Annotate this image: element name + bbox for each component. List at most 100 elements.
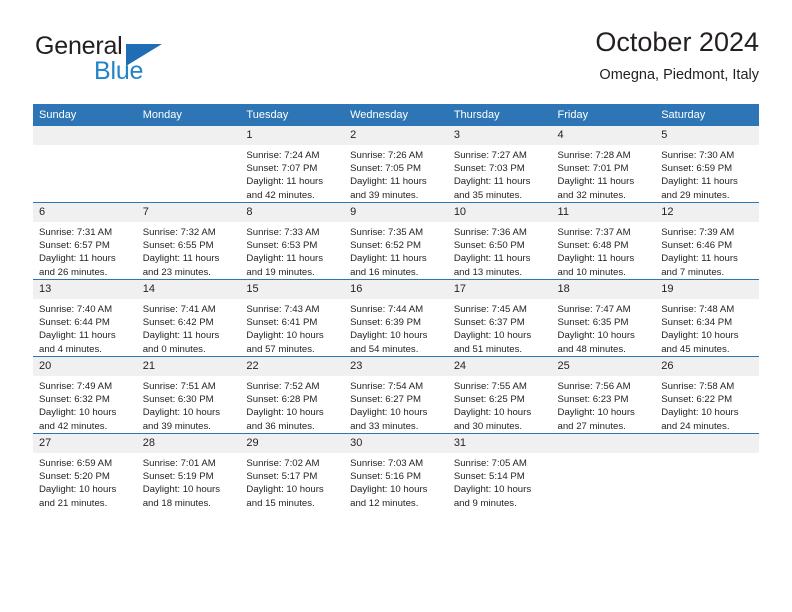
day-number: 19 xyxy=(655,280,759,299)
daylight-duration-line1: Daylight: 11 hours xyxy=(246,253,324,265)
daylight-duration-line2: and 35 minutes. xyxy=(453,189,523,201)
calendar-day-cell[interactable]: 2 Sunrise: 7:26 AM Sunset: 7:05 PM Daylight… xyxy=(344,126,448,203)
daylight-duration-line1: Daylight: 10 hours xyxy=(661,407,739,419)
day-number: 3 xyxy=(447,126,552,145)
daylight-duration-line2: and 42 minutes. xyxy=(39,420,108,432)
daylight-duration-line1: Daylight: 11 hours xyxy=(453,176,531,188)
sunrise-time: Sunrise: 7:47 AM xyxy=(557,304,631,315)
daylight-duration-line1: Daylight: 10 hours xyxy=(557,330,635,342)
sunset-time: Sunset: 5:19 PM xyxy=(142,471,214,483)
calendar-day-cell[interactable]: 20 Sunrise: 7:49 AM Sunset: 6:32 PM Dayligh… xyxy=(33,356,137,434)
sunset-time: Sunset: 6:52 PM xyxy=(350,240,422,252)
calendar-day-cell[interactable]: 21 Sunrise: 7:51 AM Sunset: 6:30 PM Dayligh… xyxy=(136,356,241,434)
calendar-day-cell[interactable]: 27 Sunrise: 6:59 AM Sunset: 5:20 PM Dayligh… xyxy=(33,433,137,510)
daylight-duration-line2: and 32 minutes. xyxy=(557,189,626,201)
day-details: Sunrise: 7:31 AM Sunset: 6:57 PM Daylight:… xyxy=(33,222,137,279)
calendar-week-row: 6 Sunrise: 7:31 AM Sunset: 6:57 PM Daylight… xyxy=(33,202,759,280)
calendar-day-cell[interactable]: 23 Sunrise: 7:54 AM Sunset: 6:27 PM Dayligh… xyxy=(344,356,448,434)
calendar-day-cell[interactable]: 10 Sunrise: 7:36 AM Sunset: 6:50 PM Dayligh… xyxy=(447,202,552,280)
day-number: 17 xyxy=(447,280,552,299)
general-blue-logo[interactable]: General Blue xyxy=(33,32,213,94)
calendar-day-cell[interactable]: 17 Sunrise: 7:45 AM Sunset: 6:37 PM Dayligh… xyxy=(447,279,552,357)
day-details: Sunrise: 7:27 AM Sunset: 7:03 PM Daylight:… xyxy=(448,145,552,202)
sunrise-time: Sunrise: 7:36 AM xyxy=(453,227,527,238)
sunrise-time: Sunrise: 7:31 AM xyxy=(39,227,113,238)
day-number: 2 xyxy=(344,126,448,145)
daylight-duration-line2: and 13 minutes. xyxy=(453,266,523,278)
sunset-time: Sunset: 6:37 PM xyxy=(453,317,525,329)
calendar-day-cell[interactable]: 11 Sunrise: 7:37 AM Sunset: 6:48 PM Dayligh… xyxy=(551,202,656,280)
day-details: Sunrise: 7:03 AM Sunset: 5:16 PM Daylight:… xyxy=(344,453,448,510)
calendar-day-cell[interactable]: 16 Sunrise: 7:44 AM Sunset: 6:39 PM Dayligh… xyxy=(344,279,448,357)
weekday-header-sunday: Sunday xyxy=(33,104,137,126)
weekday-header-monday: Monday xyxy=(136,104,241,126)
calendar-day-cell[interactable]: 7 Sunrise: 7:32 AM Sunset: 6:55 PM Daylight… xyxy=(136,202,241,280)
daylight-duration-line2: and 12 minutes. xyxy=(350,497,419,509)
calendar-day-cell[interactable]: 3 Sunrise: 7:27 AM Sunset: 7:03 PM Daylight… xyxy=(447,126,552,203)
calendar-day-cell[interactable]: 12 Sunrise: 7:39 AM Sunset: 6:46 PM Dayligh… xyxy=(655,202,759,280)
calendar-day-cell[interactable]: 9 Sunrise: 7:35 AM Sunset: 6:52 PM Daylight… xyxy=(344,202,448,280)
day-number: 21 xyxy=(136,357,241,376)
page-header: General Blue October 2024 Omegna, Piedmo… xyxy=(33,26,759,96)
calendar-day-cell[interactable]: 28 Sunrise: 7:01 AM Sunset: 5:19 PM Dayligh… xyxy=(136,433,241,510)
calendar-day-cell[interactable]: 29 Sunrise: 7:02 AM Sunset: 5:17 PM Dayligh… xyxy=(240,433,345,510)
calendar-day-cell[interactable]: 22 Sunrise: 7:52 AM Sunset: 6:28 PM Dayligh… xyxy=(240,356,345,434)
calendar-day-cell[interactable]: 26 Sunrise: 7:58 AM Sunset: 6:22 PM Dayligh… xyxy=(655,356,759,434)
daylight-duration-line1: Daylight: 11 hours xyxy=(39,253,116,265)
daylight-duration-line2: and 15 minutes. xyxy=(246,497,315,509)
daylight-duration-line2: and 42 minutes. xyxy=(246,189,315,201)
day-details: Sunrise: 7:52 AM Sunset: 6:28 PM Daylight:… xyxy=(240,376,344,433)
day-number: 23 xyxy=(344,357,448,376)
daylight-duration-line1: Daylight: 11 hours xyxy=(142,253,220,265)
sunrise-time: Sunrise: 7:27 AM xyxy=(453,150,527,161)
day-number: 6 xyxy=(33,203,137,222)
calendar-day-cell[interactable]: 18 Sunrise: 7:47 AM Sunset: 6:35 PM Dayligh… xyxy=(551,279,656,357)
day-number: 14 xyxy=(136,280,241,299)
calendar-day-cell[interactable]: 8 Sunrise: 7:33 AM Sunset: 6:53 PM Daylight… xyxy=(240,202,345,280)
sunset-time: Sunset: 6:32 PM xyxy=(39,394,110,406)
calendar-day-cell[interactable]: 5 Sunrise: 7:30 AM Sunset: 6:59 PM Daylight… xyxy=(655,126,759,203)
sunset-time: Sunset: 6:28 PM xyxy=(246,394,318,406)
calendar-day-cell[interactable]: 30 Sunrise: 7:03 AM Sunset: 5:16 PM Dayligh… xyxy=(344,433,448,510)
sunrise-time: Sunrise: 7:30 AM xyxy=(661,150,735,161)
daylight-duration-line1: Daylight: 10 hours xyxy=(246,484,324,496)
calendar-day-cell[interactable]: 6 Sunrise: 7:31 AM Sunset: 6:57 PM Daylight… xyxy=(33,202,137,280)
calendar-day-cell[interactable]: 25 Sunrise: 7:56 AM Sunset: 6:23 PM Dayligh… xyxy=(551,356,656,434)
calendar-day-cell[interactable]: 31 Sunrise: 7:05 AM Sunset: 5:14 PM Dayligh… xyxy=(447,433,552,510)
calendar-day-cell[interactable]: 24 Sunrise: 7:55 AM Sunset: 6:25 PM Dayligh… xyxy=(447,356,552,434)
day-number: 4 xyxy=(551,126,656,145)
sunrise-time: Sunrise: 7:58 AM xyxy=(661,381,735,392)
daylight-duration-line1: Daylight: 10 hours xyxy=(39,407,117,419)
calendar-day-cell[interactable]: 15 Sunrise: 7:43 AM Sunset: 6:41 PM Dayligh… xyxy=(240,279,345,357)
calendar-day-cell[interactable]: 14 Sunrise: 7:41 AM Sunset: 6:42 PM Dayligh… xyxy=(136,279,241,357)
calendar-day-cell[interactable]: 13 Sunrise: 7:40 AM Sunset: 6:44 PM Dayligh… xyxy=(33,279,137,357)
sunrise-time: Sunrise: 7:28 AM xyxy=(557,150,631,161)
daylight-duration-line2: and 10 minutes. xyxy=(557,266,626,278)
day-details: Sunrise: 7:39 AM Sunset: 6:46 PM Daylight:… xyxy=(655,222,759,279)
day-number: 8 xyxy=(240,203,345,222)
day-number: 9 xyxy=(344,203,448,222)
daylight-duration-line1: Daylight: 10 hours xyxy=(142,484,221,496)
day-details: Sunrise: 7:35 AM Sunset: 6:52 PM Daylight:… xyxy=(344,222,448,279)
daylight-duration-line1: Daylight: 11 hours xyxy=(350,253,427,265)
day-number: 5 xyxy=(655,126,759,145)
sunset-time: Sunset: 6:57 PM xyxy=(39,240,110,252)
day-number: 13 xyxy=(33,280,137,299)
day-number: 11 xyxy=(551,203,656,222)
calendar-day-cell[interactable]: 4 Sunrise: 7:28 AM Sunset: 7:01 PM Daylight… xyxy=(551,126,656,203)
day-details: Sunrise: 7:26 AM Sunset: 7:05 PM Daylight:… xyxy=(344,145,448,202)
sunset-time: Sunset: 6:46 PM xyxy=(661,240,733,252)
daylight-duration-line1: Daylight: 10 hours xyxy=(350,484,428,496)
day-number: 20 xyxy=(33,357,137,376)
calendar-day-cell-empty xyxy=(33,126,137,203)
sunset-time: Sunset: 7:07 PM xyxy=(246,163,318,175)
calendar-day-cell[interactable]: 19 Sunrise: 7:48 AM Sunset: 6:34 PM Dayligh… xyxy=(655,279,759,357)
sunset-time: Sunset: 7:01 PM xyxy=(557,163,629,175)
sunrise-time: Sunrise: 7:40 AM xyxy=(39,304,113,315)
day-number: 30 xyxy=(344,434,448,453)
daylight-duration-line1: Daylight: 11 hours xyxy=(557,176,635,188)
day-number: 28 xyxy=(136,434,241,453)
calendar-day-cell[interactable]: 1 Sunrise: 7:24 AM Sunset: 7:07 PM Daylight… xyxy=(240,126,345,203)
sunset-time: Sunset: 6:41 PM xyxy=(246,317,318,329)
daylight-duration-line1: Daylight: 11 hours xyxy=(557,253,635,265)
